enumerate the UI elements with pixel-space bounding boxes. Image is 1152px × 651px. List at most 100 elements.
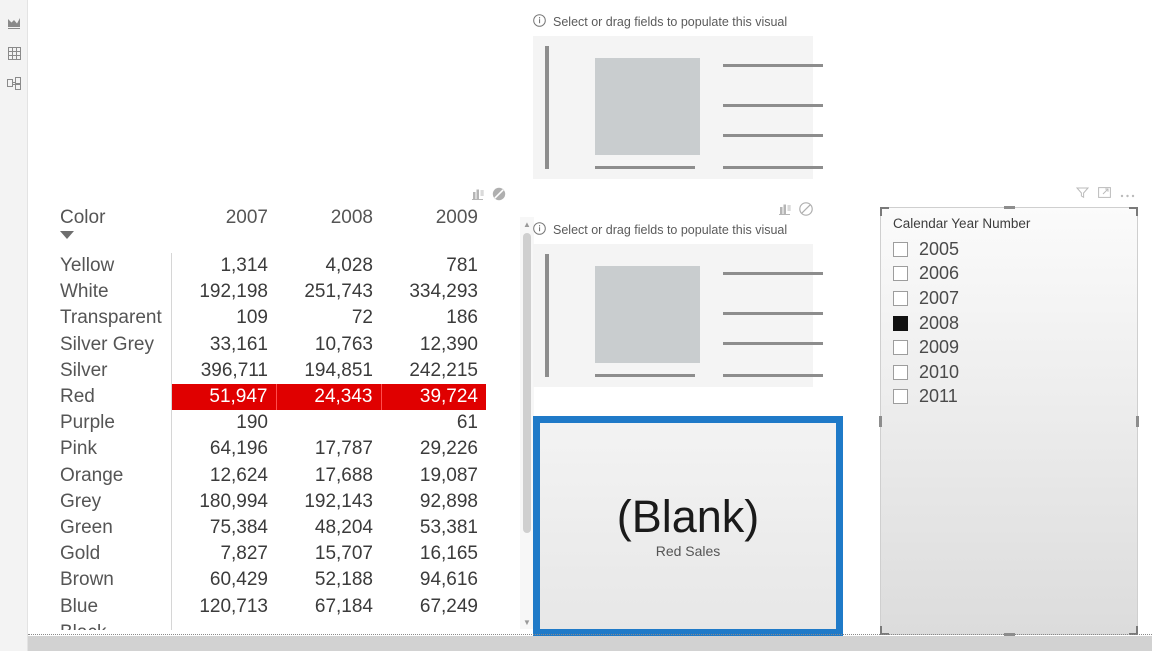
no-filter-icon[interactable] [799, 202, 813, 221]
placeholder-line [723, 374, 823, 377]
placeholder-axis-bar [545, 254, 549, 377]
placeholder-line [723, 104, 823, 107]
resize-handle-left[interactable] [879, 416, 882, 427]
slicer-item-2008[interactable]: 2008 [893, 311, 1137, 336]
matrix-cell-2009: 19,087 [419, 464, 478, 486]
sort-descending-icon[interactable] [60, 231, 74, 239]
matrix-cell-color: Silver [46, 357, 172, 384]
matrix-col-header-2007[interactable]: 2007 [171, 205, 276, 253]
resize-handle-right[interactable] [1136, 416, 1139, 427]
slicer-item-label: 2006 [919, 263, 960, 284]
matrix-cell-2007: 1,314 [220, 255, 268, 277]
matrix-cell-2007: 190 [236, 412, 268, 434]
matrix-cell-color: Grey [46, 488, 172, 515]
matrix-cell-2007: 12,624 [209, 464, 268, 486]
matrix-header-icons [471, 187, 506, 206]
table-row[interactable]: Yellow 1,314 4,028 781 [46, 253, 486, 280]
table-row[interactable]: Black [46, 619, 486, 630]
slicer-item-2007[interactable]: 2007 [893, 286, 1137, 311]
matrix-cell-2007: 120,713 [199, 595, 268, 617]
matrix-cell-2008: 67,184 [314, 595, 373, 617]
table-row[interactable]: Purple 190 61 [46, 410, 486, 437]
matrix-cell-2007: 396,711 [200, 359, 268, 381]
matrix-cell-2007: 180,994 [199, 490, 268, 512]
matrix-cell-2008: 52,188 [314, 569, 373, 591]
table-row[interactable]: Red 51,947 24,343 39,724 [46, 383, 486, 411]
matrix-cell-2009: 94,616 [419, 569, 478, 591]
no-filter-icon[interactable] [492, 187, 506, 206]
placeholder-line [595, 166, 695, 169]
calendar-year-slicer[interactable]: Calendar Year Number 2005 2006 2007 2008 200… [879, 187, 1139, 636]
more-options-icon[interactable] [1120, 186, 1135, 204]
matrix-vertical-scrollbar[interactable]: ▲ ▼ [520, 217, 534, 629]
slicer-item-list: 2005 2006 2007 2008 2009 2010 2011 [881, 237, 1137, 409]
filter-icon[interactable] [1075, 186, 1090, 204]
sidebar-item-data-view[interactable] [0, 38, 28, 68]
table-row[interactable]: Grey 180,994 192,143 92,898 [46, 488, 486, 515]
slicer-item-label: 2008 [919, 312, 960, 333]
red-sales-card[interactable]: (Blank) Red Sales [533, 416, 843, 636]
slicer-item-2010[interactable]: 2010 [893, 360, 1137, 385]
matrix-col-header-2009[interactable]: 2009 [381, 205, 486, 253]
checkbox-icon[interactable] [893, 389, 908, 405]
matrix-table: Color 2007 2008 2009 Yellow 1,314 4,028 781… [46, 205, 486, 630]
slicer-item-2011[interactable]: 2011 [893, 385, 1137, 410]
matrix-cell-2008: 192,143 [304, 490, 373, 512]
matrix-cell-2008: 4,028 [325, 255, 373, 277]
resize-handle-tl2[interactable] [880, 207, 882, 216]
matrix-cell-color: Gold [46, 541, 172, 568]
empty-visual-middle-body [533, 244, 823, 387]
scroll-up-arrow-icon[interactable]: ▲ [520, 217, 534, 231]
report-canvas[interactable]: Color 2007 2008 2009 Yellow 1,314 4,028 781… [28, 0, 1152, 636]
sidebar-item-report-view[interactable] [0, 8, 28, 38]
table-row[interactable]: Silver 396,711 194,851 242,215 [46, 357, 486, 384]
table-row[interactable]: Blue 120,713 67,184 67,249 [46, 593, 486, 620]
resize-handle-tr2[interactable] [1136, 207, 1138, 216]
matrix-col-header-2008[interactable]: 2008 [276, 205, 381, 253]
placeholder-line [723, 272, 823, 275]
matrix-rows: Yellow 1,314 4,028 781 White 192,198 251,743 33… [46, 253, 486, 630]
resize-handle-top[interactable] [1004, 206, 1015, 209]
color-by-year-matrix[interactable]: Color 2007 2008 2009 Yellow 1,314 4,028 781… [46, 187, 534, 635]
checkbox-icon[interactable] [893, 266, 908, 282]
checkbox-icon[interactable] [893, 340, 908, 356]
matrix-col-header-color[interactable]: Color [46, 205, 171, 253]
table-row[interactable]: Gold 7,827 15,707 16,165 [46, 541, 486, 568]
matrix-cell-color: Green [46, 514, 172, 542]
matrix-cell-2008: 24,343 [275, 383, 381, 411]
empty-visual-middle-hint: Select or drag fields to populate this v… [533, 222, 813, 238]
table-row[interactable]: Brown 60,429 52,188 94,616 [46, 567, 486, 594]
scrollbar-thumb[interactable] [523, 233, 531, 533]
card-content: (Blank) Red Sales [540, 423, 836, 629]
matrix-cell-2009: 39,724 [380, 383, 486, 411]
empty-visual-middle[interactable]: Select or drag fields to populate this v… [533, 202, 823, 387]
table-row[interactable]: Silver Grey 33,161 10,763 12,390 [46, 331, 486, 358]
checkbox-icon[interactable] [893, 290, 908, 306]
slicer-item-2005[interactable]: 2005 [893, 237, 1137, 262]
table-row[interactable]: White 192,198 251,743 334,293 [46, 279, 486, 306]
placeholder-line [723, 312, 823, 315]
slicer-item-2009[interactable]: 2009 [893, 335, 1137, 360]
scroll-down-arrow-icon[interactable]: ▼ [520, 615, 534, 629]
empty-visual-top-hint: Select or drag fields to populate this v… [533, 14, 813, 30]
focus-mode-icon[interactable] [778, 203, 791, 221]
checkbox-icon[interactable] [893, 241, 908, 257]
focus-mode-icon[interactable] [1098, 186, 1111, 204]
sidebar-item-model-view[interactable] [0, 68, 28, 98]
empty-visual-top[interactable]: Select or drag fields to populate this v… [533, 14, 823, 179]
placeholder-axis-bar [545, 46, 549, 169]
matrix-cell-2009: 67,249 [419, 595, 478, 617]
matrix-cell-color: Yellow [46, 253, 172, 280]
focus-mode-icon[interactable] [471, 188, 484, 206]
checkbox-icon[interactable] [893, 364, 908, 380]
placeholder-line [595, 374, 695, 377]
checkbox-icon[interactable] [893, 315, 908, 331]
table-grid-icon [7, 46, 21, 60]
table-row[interactable]: Pink 64,196 17,787 29,226 [46, 436, 486, 463]
matrix-cell-2008: 194,851 [304, 359, 373, 381]
table-row[interactable]: Transparent 109 72 186 [46, 305, 486, 332]
slicer-item-2006[interactable]: 2006 [893, 262, 1137, 287]
table-row[interactable]: Orange 12,624 17,688 19,087 [46, 462, 486, 489]
matrix-cell-2008 [276, 410, 381, 436]
table-row[interactable]: Green 75,384 48,204 53,381 [46, 514, 486, 542]
